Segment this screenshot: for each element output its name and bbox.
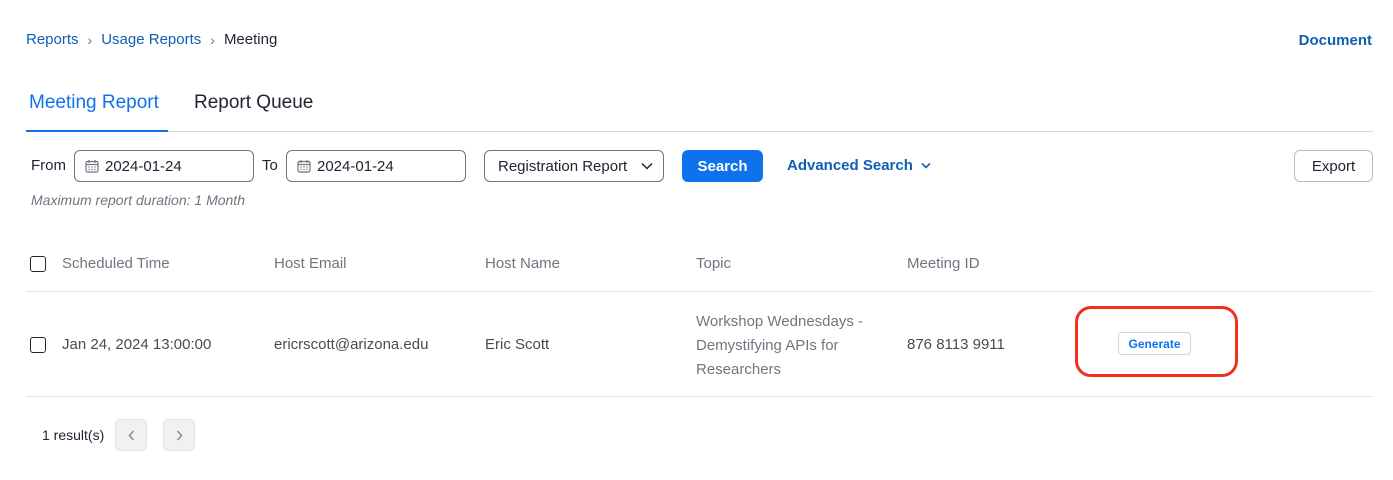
column-header-scheduled-time[interactable]: Scheduled Time xyxy=(62,255,170,272)
advanced-search-label: Advanced Search xyxy=(787,157,913,174)
row-checkbox[interactable] xyxy=(30,337,46,353)
active-tab-indicator xyxy=(26,130,168,132)
column-header-host-email[interactable]: Host Email xyxy=(274,255,347,272)
cell-host-email: ericrscott@arizona.edu xyxy=(274,336,429,353)
column-header-topic[interactable]: Topic xyxy=(696,255,731,272)
cell-topic: Workshop Wednesdays - Demystifying APIs … xyxy=(696,310,886,382)
breadcrumb-usage-reports-link[interactable]: Usage Reports xyxy=(101,31,201,48)
search-button[interactable]: Search xyxy=(682,150,763,182)
chevron-down-icon xyxy=(921,162,931,169)
report-duration-hint: Maximum report duration: 1 Month xyxy=(31,192,245,208)
table-header-divider xyxy=(26,291,1373,292)
next-page-button[interactable] xyxy=(163,419,195,451)
report-type-value: Registration Report xyxy=(498,157,628,175)
select-all-checkbox[interactable] xyxy=(30,256,46,272)
cell-host-name: Eric Scott xyxy=(485,336,550,353)
chevron-right-icon xyxy=(176,430,183,440)
chevron-down-icon xyxy=(641,162,653,170)
tab-meeting-report[interactable]: Meeting Report xyxy=(29,92,159,114)
previous-page-button[interactable] xyxy=(115,419,147,451)
from-date-input[interactable]: 2024-01-24 xyxy=(74,150,254,182)
to-date-value: 2024-01-24 xyxy=(317,157,394,175)
document-link[interactable]: Document xyxy=(1299,32,1372,49)
export-button[interactable]: Export xyxy=(1294,150,1373,182)
calendar-icon xyxy=(85,160,99,173)
table-row-divider xyxy=(26,396,1373,397)
breadcrumb-separator: › xyxy=(87,31,93,48)
column-header-meeting-id[interactable]: Meeting ID xyxy=(907,255,980,272)
breadcrumb-current: Meeting xyxy=(223,31,278,48)
report-type-select[interactable]: Registration Report xyxy=(484,150,664,182)
report-tabs: Meeting Report Report Queue xyxy=(26,84,1373,132)
advanced-search-toggle[interactable]: Advanced Search xyxy=(787,157,931,174)
breadcrumb-reports-link[interactable]: Reports xyxy=(26,31,79,48)
chevron-left-icon xyxy=(127,430,134,440)
topic-line: Demystifying APIs for xyxy=(696,337,839,354)
calendar-icon xyxy=(297,160,311,173)
from-label: From xyxy=(31,157,66,174)
result-count: 1 result(s) xyxy=(42,427,105,443)
breadcrumb: Reports › Usage Reports › Meeting xyxy=(26,31,277,48)
from-date-value: 2024-01-24 xyxy=(105,157,182,175)
column-header-host-name[interactable]: Host Name xyxy=(485,255,560,272)
cell-scheduled-time: Jan 24, 2024 13:00:00 xyxy=(62,336,212,353)
to-date-input[interactable]: 2024-01-24 xyxy=(286,150,466,182)
to-label: To xyxy=(262,157,278,174)
cell-meeting-id: 876 8113 9911 xyxy=(907,336,1005,353)
generate-highlight-annotation xyxy=(1075,306,1238,377)
breadcrumb-separator: › xyxy=(210,31,215,48)
topic-line: Workshop Wednesdays - xyxy=(696,313,864,330)
tab-report-queue[interactable]: Report Queue xyxy=(194,92,313,114)
topic-line: Researchers xyxy=(696,361,782,378)
